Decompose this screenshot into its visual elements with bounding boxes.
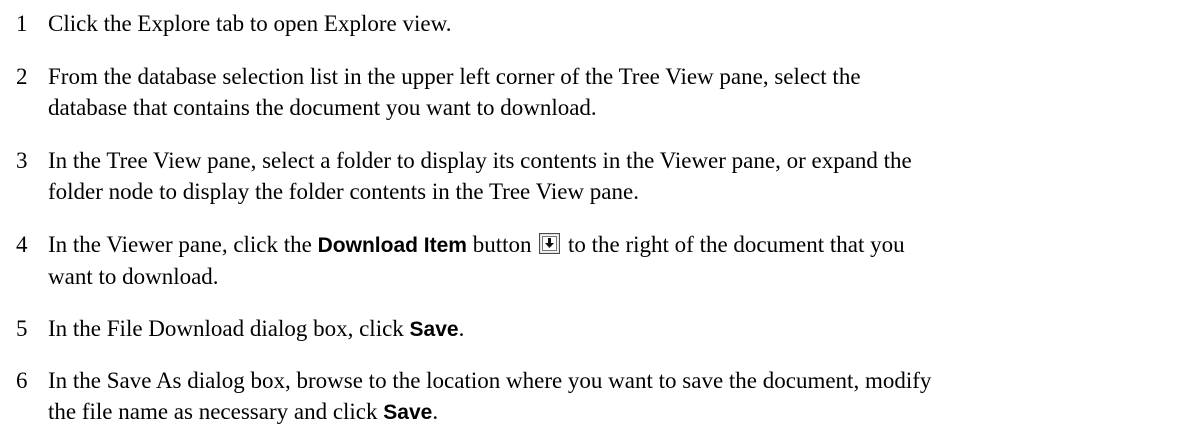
step-text: From the database selection list in the … [48,61,1168,123]
step-number: 3 [16,148,28,173]
step-text-segment: In the Viewer pane, click the [48,232,318,257]
step-line: Click the Explore tab to open Explore vi… [48,11,452,36]
step-number: 5 [16,316,28,341]
step-text: In the File Download dialog box, click S… [48,313,1168,345]
step-text-segment: . [432,399,439,424]
step-text: In the Tree View pane, select a folder t… [48,145,1168,207]
save-label: Save [383,401,433,424]
step-text: In the Save As dialog box, browse to the… [48,365,1168,428]
step-number: 4 [16,232,28,257]
step-text-segment: to the right of the document that you [562,232,905,257]
step-line: the file name as necessary and click Sav… [48,396,1168,428]
step-line: folder node to display the folder conten… [48,179,639,204]
step-text-segment: button [466,232,538,257]
download-item-icon [539,233,561,254]
step-line: In the Save As dialog box, browse to the… [48,368,932,393]
step-text: In the Viewer pane, click the Download I… [48,229,1168,292]
step-text-segment: the file name as necessary and click [48,399,384,424]
save-label: Save [409,318,459,341]
step-line: In the Viewer pane, click the Download I… [48,229,1168,261]
step-line: want to download. [48,264,219,289]
step-number: 2 [16,64,28,89]
step-number: 6 [16,368,28,393]
step-line: In the Tree View pane, select a folder t… [48,148,912,173]
step-line: From the database selection list in the … [48,64,861,89]
step-text-segment: . [458,316,465,341]
step-line: database that contains the document you … [48,95,597,120]
download-item-label: Download Item [317,234,467,257]
step-number: 1 [16,11,28,36]
step-text-segment: In the File Download dialog box, click [48,316,410,341]
step-text: Click the Explore tab to open Explore vi… [48,8,1168,39]
step-line: In the File Download dialog box, click S… [48,313,1168,345]
